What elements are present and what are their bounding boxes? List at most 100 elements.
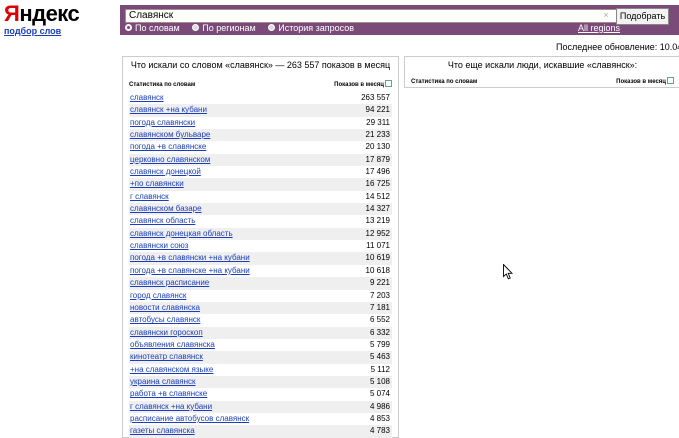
panel-title: Что еще искали люди, искавшие «славянск»… — [447, 60, 638, 70]
logo-rest: ндекс — [19, 1, 80, 26]
table-row: кинотеатр славянск 5 463 — [129, 351, 392, 364]
query-link[interactable]: расписание автобусов славянск — [130, 413, 249, 425]
table-row: славянск донецкая область 12 952 — [129, 227, 392, 241]
views-count: 4 986 — [369, 401, 390, 411]
views-count: 10 618 — [365, 265, 390, 275]
table-row: погода +в славянске 20 130 — [129, 141, 392, 153]
submit-button[interactable]: Подобрать — [616, 8, 669, 25]
query-link[interactable]: г славянск +на кубани — [130, 401, 212, 413]
query-link[interactable]: газеты славянска — [130, 425, 195, 437]
views-count: 5 074 — [369, 389, 390, 399]
query-link[interactable]: автобусы славянск — [130, 314, 200, 326]
query-link[interactable]: погода +в славянске — [130, 141, 206, 153]
views-count: 11 071 — [366, 241, 390, 251]
query-link[interactable]: объявления славянска — [130, 339, 215, 351]
table-row: погода +в славянске +на кубани 10 618 — [129, 265, 392, 277]
also-searched-panel: Что еще искали люди, искавшие «славянск»… — [404, 56, 679, 88]
query-link[interactable]: славянск область — [130, 215, 195, 227]
views-count: 12 952 — [365, 228, 390, 238]
views-count: 29 311 — [366, 117, 390, 127]
views-count: 5 108 — [369, 376, 390, 386]
col-words-header: Статистика по словам — [129, 82, 196, 88]
table-row: славянск донецкой 17 496 — [129, 166, 392, 178]
query-link[interactable]: кинотеатр славянск — [130, 351, 203, 363]
table-row: славянск расписание 9 221 — [129, 277, 392, 290]
radio-by-regions[interactable]: По регионам — [192, 23, 256, 34]
query-link[interactable]: украина славянск — [130, 376, 195, 388]
views-count: 17 879 — [365, 154, 390, 164]
radio-icon — [192, 24, 200, 31]
table-row: автобусы славянск 6 552 — [129, 314, 392, 326]
query-link[interactable]: г славянск — [130, 191, 169, 203]
table-row: славянски союз 11 071 — [129, 240, 392, 252]
views-count: 21 233 — [365, 130, 390, 140]
table-row: погода славянски 29 311 — [129, 117, 392, 129]
views-count: 4 853 — [369, 413, 390, 423]
radio-selected-icon — [125, 24, 132, 31]
query-link[interactable]: славянск донецкая область — [130, 228, 233, 240]
col-views-header: Показов в месяц — [334, 80, 392, 90]
col-views-header: Показов в месяц — [616, 77, 674, 87]
table-row: славянск область 13 219 — [129, 215, 392, 227]
radio-history[interactable]: История запросов — [268, 23, 354, 34]
query-link[interactable]: славянск донецкой — [130, 166, 201, 178]
wordstat-link[interactable]: подбор слов — [4, 26, 61, 36]
all-regions-link[interactable]: All regions — [578, 23, 620, 34]
views-count: 10 619 — [365, 253, 390, 263]
views-count: 13 219 — [365, 216, 390, 226]
views-count: 16 725 — [365, 179, 390, 189]
query-link[interactable]: славянски гороскоп — [130, 327, 203, 339]
views-count: 17 496 — [365, 167, 390, 177]
clear-icon[interactable]: × — [601, 10, 611, 20]
query-link[interactable]: славянском бульваре — [130, 129, 210, 141]
table-row: славянск 263 557 — [129, 92, 392, 104]
table-row: славянском бульваре 21 233 — [129, 129, 392, 142]
table-row: славянски гороскоп 6 332 — [129, 326, 392, 339]
table-row: +по славянски 16 725 — [129, 178, 392, 191]
table-row: +на славянском языке 5 112 — [129, 364, 392, 376]
query-link[interactable]: погода +в славянски +на кубани — [130, 252, 250, 264]
query-link[interactable]: церковно славянском — [130, 154, 210, 166]
logo-letter: Я — [4, 1, 20, 26]
search-input[interactable]: Славянск — [125, 9, 617, 23]
table-row: расписание автобусов славянск 4 853 — [129, 413, 392, 425]
yandex-logo[interactable]: Яндекс — [4, 1, 80, 26]
query-link[interactable]: новости славянска — [130, 302, 200, 314]
query-link[interactable]: славянском базаре — [130, 203, 202, 215]
export-icon[interactable] — [385, 80, 392, 87]
query-link[interactable]: +по славянски — [130, 178, 184, 190]
query-link[interactable]: погода славянски — [130, 117, 195, 129]
table-row: работа +в славянске 5 074 — [129, 388, 392, 400]
table-row: славянском базаре 14 327 — [129, 203, 392, 216]
table-row: славянск +на кубани 94 221 — [129, 104, 392, 117]
views-count: 14 327 — [365, 204, 390, 214]
query-link[interactable]: город славянск — [130, 290, 186, 302]
query-link[interactable]: погода +в славянске +на кубани — [130, 265, 250, 277]
panel-title: Что искали со словом «славянск» — 263 55… — [130, 60, 391, 70]
table-row: газеты славянска 4 783 — [129, 425, 392, 438]
query-link[interactable]: славянск — [130, 92, 164, 104]
stats-table: славянск 263 557 славянск +на кубани 94 221… — [129, 92, 392, 438]
query-link[interactable]: славянск расписание — [130, 277, 209, 289]
query-link[interactable]: славянски союз — [130, 240, 188, 252]
views-count: 5 463 — [369, 352, 390, 362]
search-mode-radios: По словам По регионам История запросов — [125, 23, 364, 34]
related-words-panel: Что искали со словом «славянск» — 263 55… — [122, 56, 399, 438]
table-row: погода +в славянски +на кубани 10 619 — [129, 252, 392, 265]
query-link[interactable]: работа +в славянске — [130, 388, 207, 400]
query-link[interactable]: +на славянском языке — [130, 364, 213, 376]
views-count: 14 512 — [365, 191, 390, 201]
column-header: Статистика по словам Показов в месяц — [129, 80, 392, 90]
views-count: 4 783 — [369, 426, 390, 436]
table-row: г славянск 14 512 — [129, 191, 392, 203]
views-count: 6 332 — [369, 327, 390, 337]
radio-by-words[interactable]: По словам — [125, 23, 180, 34]
views-count: 20 130 — [365, 142, 390, 152]
views-count: 263 557 — [361, 93, 390, 102]
query-link[interactable]: славянск +на кубани — [130, 104, 207, 116]
views-count: 5 112 — [370, 364, 390, 374]
export-icon[interactable] — [667, 77, 674, 84]
table-row: новости славянска 7 181 — [129, 301, 392, 315]
table-row: объявления славянска 5 799 — [129, 339, 392, 351]
table-row: г славянск +на кубани 4 986 — [129, 400, 392, 413]
